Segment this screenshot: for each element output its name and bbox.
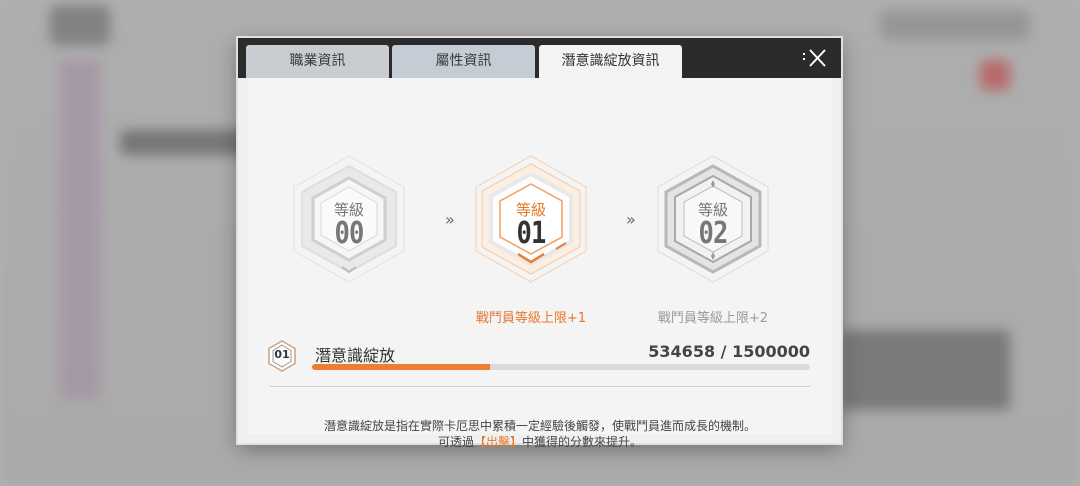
progress-bar-fill (312, 364, 490, 370)
sortie-highlight: 【出擊】 (473, 435, 522, 449)
level-02-reward: 戰鬥員等級上限+2 (657, 311, 769, 326)
description-suffix: 中獲得的分數來提升。 (522, 435, 643, 449)
dialog-content: 等級 00 ›› 等級 01 ›› 等級 02 戰鬥員等級上限+1 戰鬥員等級上… (248, 78, 832, 449)
level-number: 02 (698, 216, 728, 251)
double-chevron-right-icon: ›› (626, 210, 636, 229)
divider (270, 386, 810, 387)
tab-attribute-info[interactable]: 屬性資訊 (392, 45, 535, 78)
double-chevron-right-icon: ›› (445, 210, 455, 229)
description-line-1: 潛意識綻放是指在實際卡厄思中累積一定經驗後觸發，使戰鬥員進而成長的機制。 (323, 419, 756, 433)
level-number: 00 (334, 216, 364, 251)
level-number: 01 (516, 216, 546, 251)
progress-title: 潛意識綻放 (315, 346, 396, 365)
current-level-badge: 01 (268, 340, 296, 372)
level-badge-02: 等級 02 (648, 154, 778, 284)
progress-bar (312, 364, 810, 370)
tab-class-info[interactable]: 職業資訊 (246, 45, 389, 78)
level-01-reward: 戰鬥員等級上限+1 (475, 311, 587, 326)
close-button[interactable] (801, 47, 829, 69)
close-icon (803, 49, 826, 67)
current-level-number: 01 (274, 348, 290, 361)
dialog-header: 職業資訊 屬性資訊 潛意識綻放資訊 (238, 38, 841, 78)
description-prefix: 可透過 (437, 435, 474, 449)
level-badge-01: 等級 01 (466, 154, 596, 284)
progress-value: 534658 / 1500000 (648, 342, 810, 361)
description-line-2: 可透過【出擊】中獲得的分數來提升。 (248, 433, 832, 450)
level-badge-00: 等級 00 (284, 154, 414, 284)
tab-subconscious-bloom-info[interactable]: 潛意識綻放資訊 (539, 45, 682, 78)
subconscious-bloom-dialog: 職業資訊 屬性資訊 潛意識綻放資訊 等級 00 ›› 等級 01 ›› 等級 0… (238, 38, 841, 449)
